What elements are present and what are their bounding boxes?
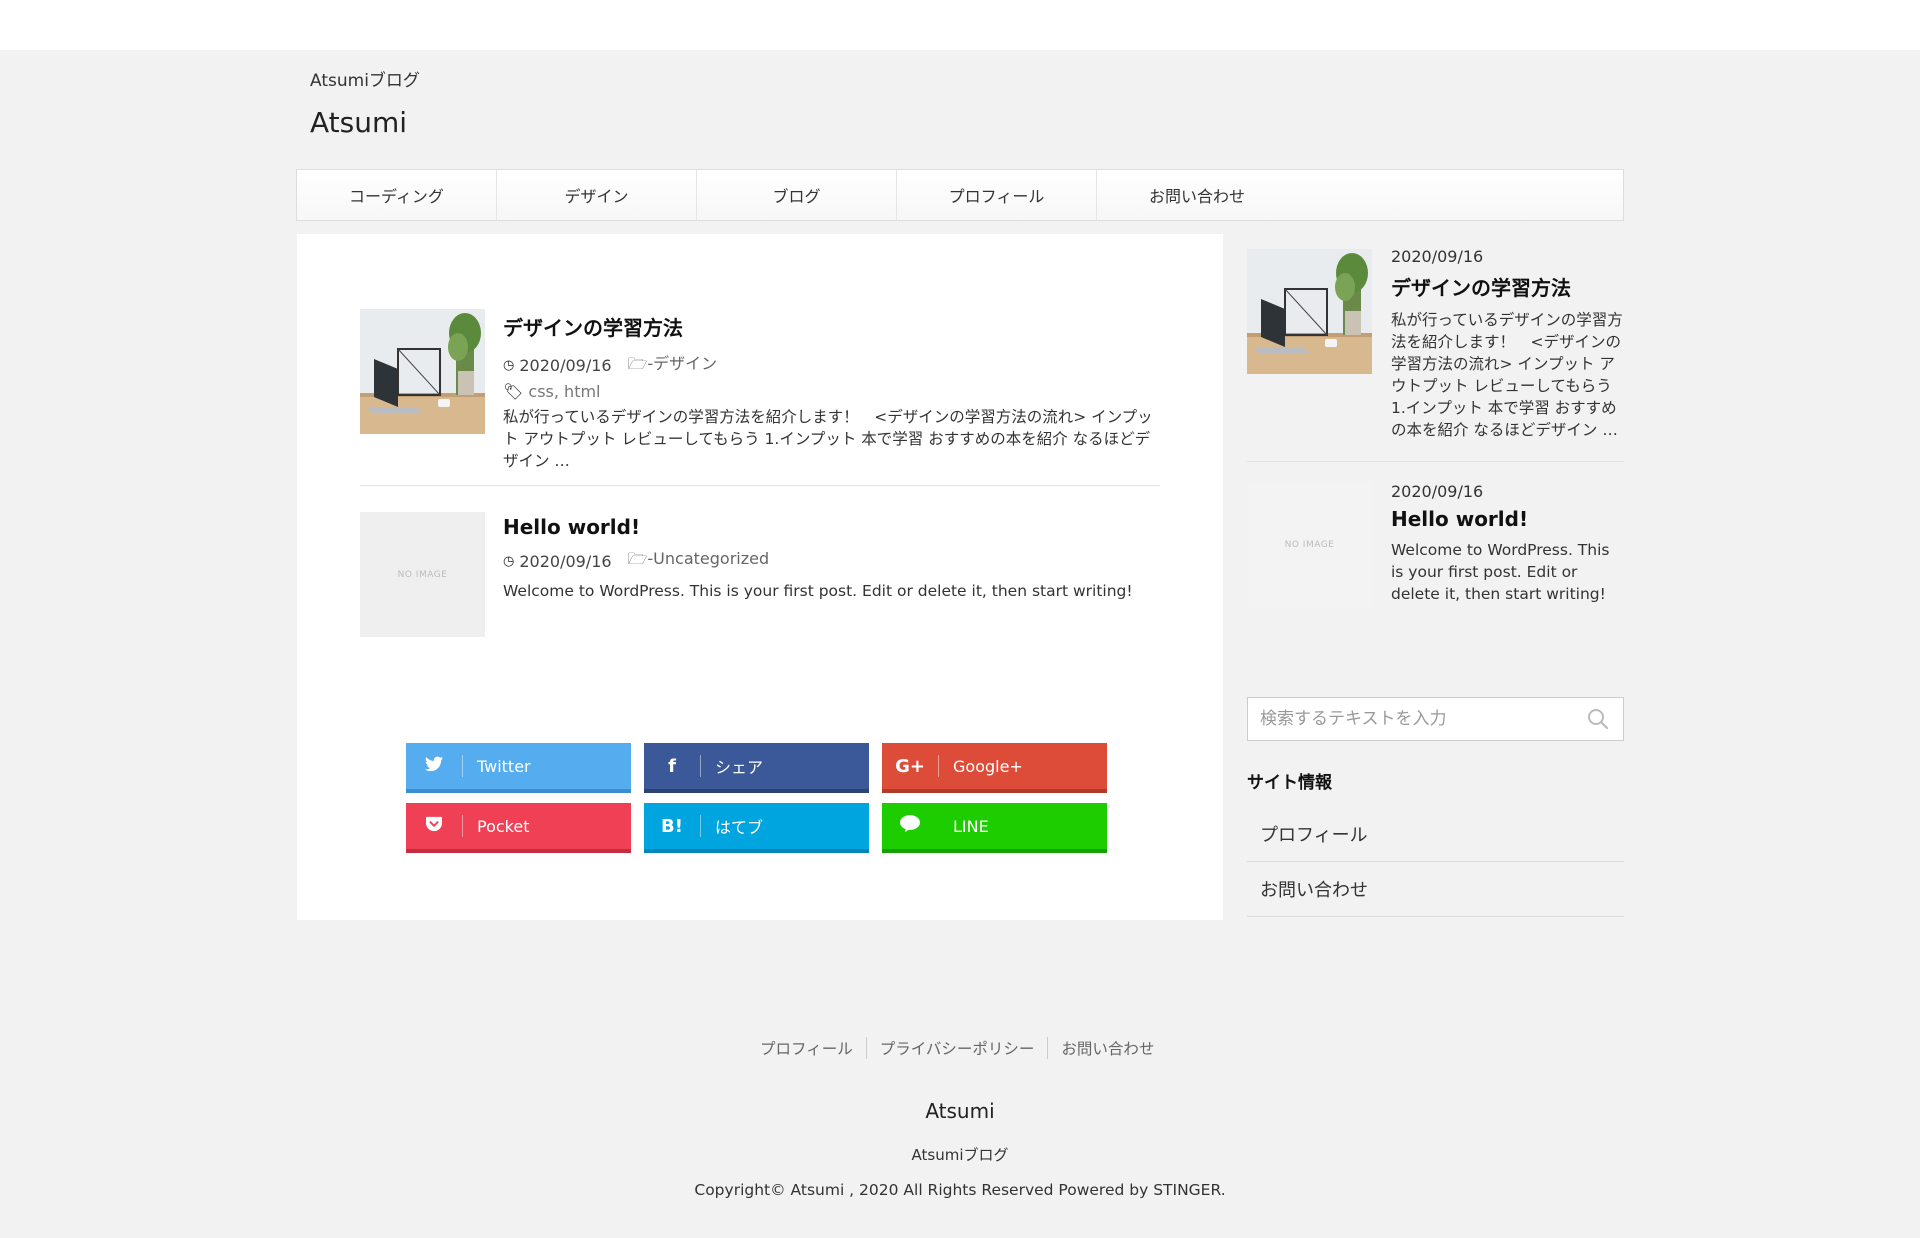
hatena-icon: B! bbox=[661, 815, 683, 837]
sns-share-buttons: Twitter f シェア G+ Google+ Pocket B! はてブ L… bbox=[406, 743, 1111, 853]
pocket-icon bbox=[406, 816, 462, 837]
googleplus-icon: G+ bbox=[895, 755, 925, 777]
desk-photo-image bbox=[1247, 249, 1372, 374]
post-category-label: -デザイン bbox=[647, 354, 718, 373]
site-info-contact-link[interactable]: お問い合わせ bbox=[1247, 862, 1624, 917]
top-bar bbox=[0, 0, 1920, 50]
post-date: 2020/09/16 bbox=[519, 552, 612, 571]
button-separator bbox=[462, 755, 463, 777]
sidebar-post-body: 2020/09/16 デザインの学習方法 私が行っているデザインの学習方法を紹介… bbox=[1391, 247, 1624, 441]
footer-link-contact[interactable]: お問い合わせ bbox=[1048, 1037, 1167, 1059]
search-input[interactable] bbox=[1248, 698, 1568, 740]
sidebar-post: NO IMAGE 2020/09/16 Hello world! Welcome… bbox=[1247, 482, 1624, 607]
post-thumbnail[interactable] bbox=[360, 309, 485, 434]
tag-icon: 🏷 bbox=[503, 382, 524, 401]
footer-tagline: Atsumiブログ bbox=[911, 1146, 1009, 1164]
tag-css[interactable]: css bbox=[528, 382, 553, 401]
main-content: デザインの学習方法 ◷ 2020/09/16 🗁-デザイン 🏷 css, htm… bbox=[297, 234, 1223, 920]
button-separator bbox=[938, 755, 939, 777]
site-info-heading: サイト情報 bbox=[1247, 773, 1332, 793]
footer-link-profile[interactable]: プロフィール bbox=[760, 1037, 866, 1059]
site-info-profile-link[interactable]: プロフィール bbox=[1247, 807, 1624, 862]
button-separator bbox=[700, 815, 701, 837]
post-date: 2020/09/16 bbox=[519, 355, 612, 375]
nav-item-blog[interactable]: ブログ bbox=[697, 170, 897, 220]
post-excerpt: Welcome to WordPress. This is your first… bbox=[503, 582, 1133, 600]
clock-icon: ◷ bbox=[503, 357, 515, 373]
line-share-button[interactable]: LINE bbox=[882, 803, 1107, 853]
sidebar-post-date: 2020/09/16 bbox=[1391, 247, 1484, 266]
copyright-text: Copyright© Atsumi , 2020 All Rights Rese… bbox=[694, 1181, 1226, 1199]
global-nav: コーディング デザイン ブログ プロフィール お問い合わせ bbox=[296, 169, 1624, 221]
post-body: Hello world! ◷ 2020/09/16 🗁-Uncategorize… bbox=[503, 512, 1160, 602]
post-meta: ◷ 2020/09/16 🗁-Uncategorized bbox=[503, 548, 1160, 575]
post-meta: ◷ 2020/09/16 🗁-デザイン bbox=[503, 350, 1160, 380]
button-separator bbox=[462, 815, 463, 837]
tag-separator: , bbox=[553, 382, 565, 401]
line-label: LINE bbox=[953, 816, 989, 836]
sidebar-divider bbox=[1247, 461, 1624, 462]
sidebar-post-title[interactable]: デザインの学習方法 bbox=[1391, 272, 1624, 301]
footer-links: プロフィール プライバシーポリシー お問い合わせ bbox=[760, 1037, 1167, 1059]
line-icon bbox=[882, 815, 938, 837]
footer-link-privacy[interactable]: プライバシーポリシー bbox=[867, 1037, 1048, 1059]
folder-icon: 🗁 bbox=[627, 354, 648, 373]
desk-photo-image bbox=[360, 309, 485, 434]
post-tags: 🏷 css, html bbox=[503, 382, 1160, 401]
post-title[interactable]: デザインの学習方法 bbox=[503, 312, 1160, 341]
googleplus-label: Google+ bbox=[953, 756, 1023, 776]
post-title[interactable]: Hello world! bbox=[503, 515, 1160, 539]
no-image-placeholder: NO IMAGE bbox=[1247, 482, 1372, 607]
post-category[interactable]: 🗁-Uncategorized bbox=[628, 548, 770, 575]
nav-item-profile[interactable]: プロフィール bbox=[897, 170, 1097, 220]
site-tagline: Atsumiブログ bbox=[310, 71, 420, 91]
sidebar: 2020/09/16 デザインの学習方法 私が行っているデザインの学習方法を紹介… bbox=[1247, 244, 1624, 607]
sidebar-post-title[interactable]: Hello world! bbox=[1391, 507, 1624, 531]
site-info-menu: プロフィール お問い合わせ bbox=[1247, 807, 1624, 917]
footer-site-title[interactable]: Atsumi bbox=[0, 1099, 1920, 1123]
sidebar-post-thumbnail[interactable]: NO IMAGE bbox=[1247, 482, 1372, 607]
no-image-placeholder: NO IMAGE bbox=[360, 512, 485, 637]
facebook-share-button[interactable]: f シェア bbox=[644, 743, 869, 793]
twitter-icon bbox=[406, 756, 462, 777]
button-separator bbox=[700, 755, 701, 777]
folder-icon: 🗁 bbox=[627, 549, 648, 568]
facebook-icon: f bbox=[668, 755, 676, 777]
post-divider bbox=[360, 485, 1160, 486]
facebook-label: シェア bbox=[715, 758, 764, 777]
nav-item-contact[interactable]: お問い合わせ bbox=[1097, 170, 1297, 220]
post-category[interactable]: 🗁-デザイン bbox=[628, 350, 718, 380]
post-body: デザインの学習方法 ◷ 2020/09/16 🗁-デザイン 🏷 css, htm… bbox=[503, 309, 1160, 472]
nav-item-coding[interactable]: コーディング bbox=[297, 170, 497, 220]
search-box bbox=[1247, 697, 1624, 741]
pocket-share-button[interactable]: Pocket bbox=[406, 803, 631, 853]
hatena-label: はてブ bbox=[715, 818, 764, 837]
sidebar-post-body: 2020/09/16 Hello world! Welcome to WordP… bbox=[1391, 482, 1624, 605]
twitter-share-button[interactable]: Twitter bbox=[406, 743, 631, 793]
nav-item-design[interactable]: デザイン bbox=[497, 170, 697, 220]
clock-icon: ◷ bbox=[503, 554, 515, 569]
sidebar-post: 2020/09/16 デザインの学習方法 私が行っているデザインの学習方法を紹介… bbox=[1247, 247, 1624, 441]
sidebar-post-excerpt: Welcome to WordPress. This is your first… bbox=[1391, 541, 1610, 603]
site-title[interactable]: Atsumi bbox=[310, 106, 407, 139]
sidebar-post-date: 2020/09/16 bbox=[1391, 482, 1484, 501]
post-category-label: -Uncategorized bbox=[647, 549, 770, 568]
hatena-bookmark-button[interactable]: B! はてブ bbox=[644, 803, 869, 853]
pocket-label: Pocket bbox=[477, 816, 530, 836]
sidebar-post-thumbnail[interactable] bbox=[1247, 249, 1372, 374]
post-thumbnail[interactable]: NO IMAGE bbox=[360, 512, 485, 637]
googleplus-share-button[interactable]: G+ Google+ bbox=[882, 743, 1107, 793]
search-icon[interactable] bbox=[1587, 708, 1609, 730]
tag-html[interactable]: html bbox=[564, 382, 600, 401]
post-excerpt: 私が行っているデザインの学習方法を紹介します！ <デザインの学習方法の流れ> イ… bbox=[503, 408, 1153, 470]
sidebar-post-excerpt: 私が行っているデザインの学習方法を紹介します！ <デザインの学習方法の流れ> イ… bbox=[1391, 311, 1623, 439]
twitter-label: Twitter bbox=[477, 756, 531, 776]
